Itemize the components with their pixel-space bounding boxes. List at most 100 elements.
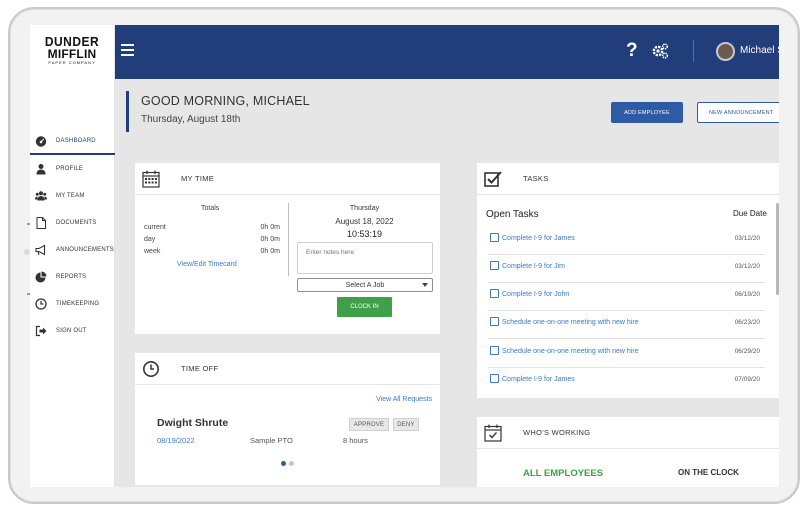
logo-line-1: DUNDER: [44, 34, 100, 50]
card-title: TIME OFF: [181, 364, 219, 373]
totals-value: 0h 0m: [260, 248, 280, 255]
task-link[interactable]: Schedule one-on-one meeting with new hir…: [502, 319, 639, 326]
logo-line-2: MIFFLIN: [47, 47, 97, 61]
card-title: WHO'S WORKING: [523, 428, 591, 437]
time-off-card: TIME OFF View All Requests Dwight Shrute…: [135, 353, 440, 485]
task-checkbox[interactable]: [490, 233, 499, 242]
checkbox-icon: [484, 170, 502, 187]
totals-row: current 0h 0m: [144, 224, 280, 231]
totals-row: week 0h 0m: [144, 248, 280, 255]
document-icon: [36, 216, 46, 229]
job-select[interactable]: Select A Job: [297, 278, 433, 292]
task-checkbox[interactable]: [490, 374, 499, 383]
totals-label: current: [144, 224, 166, 231]
sidebar-item-documents[interactable]: DOCUMENTS: [30, 209, 115, 236]
sidebar-item-profile[interactable]: PROFILE: [30, 155, 115, 182]
dashboard-icon: [35, 135, 47, 147]
task-link[interactable]: Complete I-9 for Jim: [502, 263, 565, 270]
calendar-check-icon: [484, 424, 502, 442]
clock-icon: [143, 360, 159, 377]
menu-icon[interactable]: [121, 44, 134, 56]
carousel-dot-active[interactable]: [281, 461, 286, 466]
team-icon: [35, 190, 47, 200]
request-date[interactable]: 08/19/2022: [157, 436, 195, 445]
totals-title: Totals: [201, 205, 220, 212]
task-row: Schedule one-on-one meeting with new hir…: [488, 311, 765, 339]
task-checkbox[interactable]: [490, 317, 499, 326]
view-edit-timecard-link[interactable]: View/Edit Timecard: [177, 261, 237, 268]
task-link[interactable]: Complete I-9 for James: [502, 235, 575, 242]
task-checkbox[interactable]: [490, 289, 499, 298]
task-row: Schedule one-on-one meeting with new hir…: [488, 340, 765, 368]
logo-line-3: PAPER COMPANY: [48, 60, 96, 65]
tab-on-the-clock[interactable]: ON THE CLOCK: [678, 468, 739, 477]
sidebar-item-label: ANNOUNCEMENTS: [56, 246, 114, 253]
sidebar: DUNDER MIFFLIN PAPER COMPANY DASHBOARD P…: [30, 25, 115, 487]
task-due-date: 07/09/20: [734, 376, 760, 383]
person-icon: [36, 163, 46, 174]
sidebar-item-reports[interactable]: REPORTS: [30, 263, 115, 290]
megaphone-icon: [35, 244, 46, 255]
request-employee-name: Dwight Shrute: [157, 417, 229, 429]
app-screen: DUNDER MIFFLIN PAPER COMPANY DASHBOARD P…: [30, 25, 779, 487]
totals-value: 0h 0m: [260, 236, 280, 243]
sidebar-item-announcements[interactable]: ANNOUNCEMENTS: [30, 236, 115, 263]
task-due-date: 06/19/20: [734, 291, 760, 298]
sign-out-icon: [35, 325, 47, 336]
clock-time: 10:53:19: [346, 229, 383, 239]
sidebar-item-my-team[interactable]: MY TEAM: [30, 182, 115, 209]
sidebar-item-timekeeping[interactable]: TIMEKEEPING: [30, 290, 115, 317]
card-header: WHO'S WORKING: [477, 417, 779, 449]
sidebar-item-sign-out[interactable]: SIGN OUT: [30, 317, 115, 344]
due-date-heading: Due Date: [733, 209, 767, 218]
pie-chart-icon: [35, 271, 47, 282]
tab-all-employees[interactable]: ALL EMPLOYEES: [523, 468, 603, 479]
task-checkbox[interactable]: [490, 261, 499, 270]
sidebar-item-label: TIMEKEEPING: [56, 300, 100, 307]
carousel-dots: [281, 461, 294, 466]
approve-button[interactable]: APPROVE: [349, 418, 389, 431]
clock-in-button[interactable]: CLOCK IN: [337, 297, 392, 317]
clock-date: August 18, 2022: [335, 217, 394, 226]
card-title: MY TIME: [181, 174, 215, 183]
sidebar-item-label: REPORTS: [56, 273, 87, 280]
task-due-date: 06/29/20: [734, 348, 760, 355]
top-bar: ? Michael S: [115, 25, 779, 79]
totals-label: day: [144, 236, 156, 243]
task-due-date: 03/12/20: [734, 235, 760, 242]
new-announcement-button[interactable]: NEW ANNOUNCEMENT: [697, 102, 779, 123]
settings-gears-icon[interactable]: [651, 42, 669, 60]
task-row: Complete I-9 for James 03/12/20: [488, 227, 765, 255]
vertical-divider: [288, 203, 289, 276]
card-header: MY TIME: [135, 163, 440, 195]
carousel-dot[interactable]: [289, 461, 294, 466]
tasks-scrollbar[interactable]: [776, 203, 779, 295]
clock-day: Thursday: [349, 205, 380, 212]
greeting-title: GOOD MORNING, MICHAEL: [141, 94, 310, 108]
task-link[interactable]: Complete I-9 for John: [502, 291, 569, 298]
add-employee-button[interactable]: ADD EMPLOYEE: [611, 102, 683, 123]
tasks-card: TASKS Open Tasks Due Date Complete I-9 f…: [477, 163, 779, 398]
greeting-accent-bar: [126, 91, 129, 132]
task-row: Complete I-9 for John 06/19/20: [488, 283, 765, 311]
deny-button[interactable]: DENY: [393, 418, 419, 431]
job-select-value: Select A Job: [345, 281, 385, 289]
topbar-divider: [693, 40, 694, 62]
calendar-icon: [142, 170, 160, 188]
request-hours: 8 hours: [343, 436, 369, 445]
task-link[interactable]: Complete I-9 for James: [502, 376, 575, 383]
notes-input[interactable]: [297, 242, 433, 274]
company-logo[interactable]: DUNDER MIFFLIN PAPER COMPANY: [43, 34, 101, 65]
help-icon[interactable]: ?: [626, 40, 638, 62]
sidebar-item-label: DASHBOARD: [56, 137, 96, 144]
task-checkbox[interactable]: [490, 346, 499, 355]
view-all-requests-link[interactable]: View All Requests: [376, 396, 432, 403]
avatar[interactable]: [716, 42, 735, 61]
sidebar-item-dashboard[interactable]: DASHBOARD: [30, 128, 115, 155]
whos-working-card: WHO'S WORKING ALL EMPLOYEES ON THE CLOCK: [477, 417, 779, 487]
clock-icon: [35, 297, 47, 310]
request-type: Sample PTO: [250, 436, 293, 445]
task-link[interactable]: Schedule one-on-one meeting with new hir…: [502, 348, 639, 355]
user-name[interactable]: Michael S: [740, 45, 779, 56]
greeting-date: Thursday, August 18th: [141, 114, 241, 125]
